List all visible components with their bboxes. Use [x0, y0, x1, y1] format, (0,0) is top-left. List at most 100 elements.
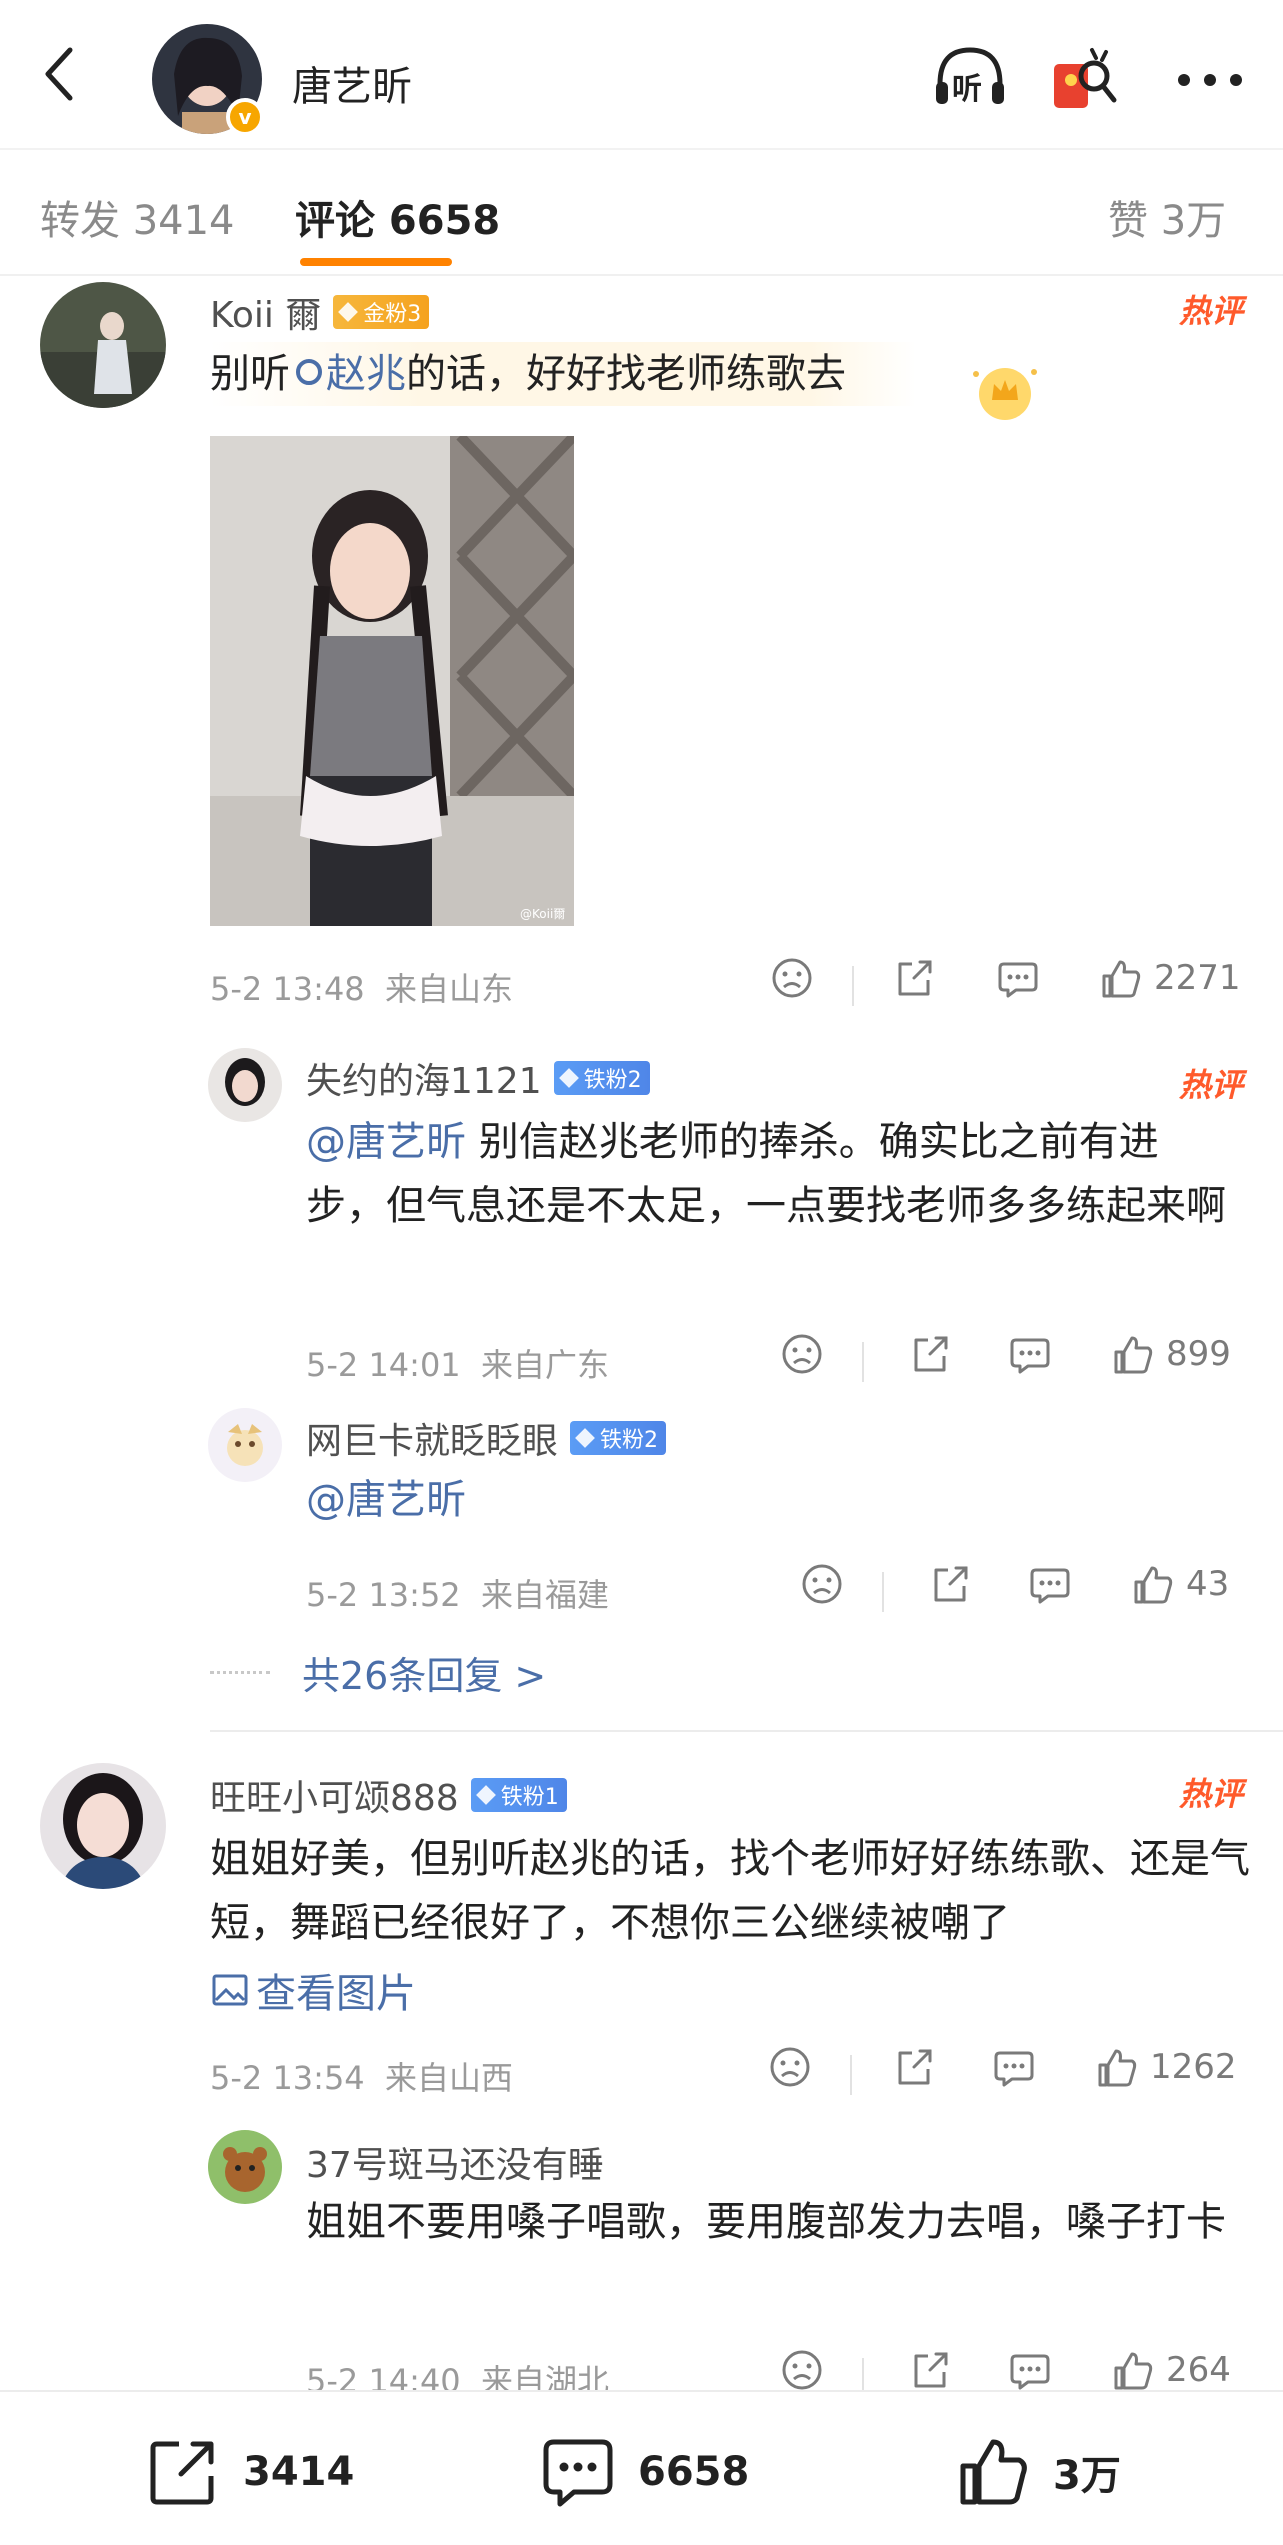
repost-button[interactable]: 3414: [145, 2434, 354, 2510]
like-button[interactable]: 43: [1130, 1562, 1229, 1606]
more-button[interactable]: [1170, 40, 1250, 120]
dislike-button[interactable]: [780, 1332, 824, 1376]
reply-button[interactable]: [992, 2045, 1036, 2089]
bottom-action-bar: 3414 6658 3万: [0, 2390, 1283, 2545]
red-packet-button[interactable]: [1044, 40, 1124, 120]
thumbs-up-icon: [1114, 1336, 1153, 1374]
mention-link[interactable]: @唐艺昕: [306, 1477, 466, 1523]
dislike-button[interactable]: [768, 2045, 812, 2089]
avatar[interactable]: [208, 2130, 282, 2204]
comment-text: 姐姐好美，但别听赵兆的话，找个老师好好练练歌、还是气短，舞蹈已经很好了，不想你三…: [210, 1836, 1250, 1946]
share-button[interactable]: [892, 2045, 936, 2089]
reply-button[interactable]: [1008, 2348, 1052, 2392]
like-count: 264: [1166, 2350, 1231, 2390]
comment-text: @唐艺昕 别信赵兆老师的捧杀。确实比之前有进步，但气息还是不太足，一点要找老师多…: [306, 1119, 1226, 1229]
sad-face-icon: [782, 2350, 822, 2390]
dislike-button[interactable]: [800, 1562, 844, 1606]
reply-button[interactable]: [1008, 1332, 1052, 1376]
fan-badge: 金粉3: [333, 295, 430, 329]
avatar[interactable]: [40, 282, 166, 408]
listen-button[interactable]: 听: [930, 40, 1010, 120]
share-icon: [150, 2441, 214, 2505]
more-replies-link[interactable]: 共26条回复 >: [210, 1645, 546, 1700]
like-button[interactable]: 2271: [1098, 956, 1241, 1000]
view-image-link[interactable]: 查看图片: [210, 1961, 416, 2019]
avatar[interactable]: [208, 1408, 282, 1482]
share-button[interactable]: [908, 1332, 952, 1376]
username[interactable]: Koii 爾: [210, 286, 321, 338]
username[interactable]: 37号斑马还没有睡: [306, 2136, 604, 2188]
divider: [852, 966, 854, 1006]
username[interactable]: 失约的海1121: [306, 1052, 542, 1104]
share-icon: [934, 1566, 968, 1602]
comment-image[interactable]: @Koii爾: [210, 436, 574, 926]
comment-icon: [998, 962, 1038, 998]
search-icon: [296, 359, 322, 385]
comment-text: 别听 赵兆的话，好好找老师练歌去: [210, 342, 916, 406]
tab-repost[interactable]: 转发 3414: [40, 188, 235, 246]
more-icon: [1178, 74, 1242, 86]
image-icon: [212, 1974, 248, 2006]
comment-count: 6658: [638, 2449, 750, 2495]
comment-actions: 1262: [760, 2045, 1240, 2101]
comment-icon: [994, 2051, 1034, 2087]
comment-button[interactable]: 6658: [540, 2434, 749, 2510]
topic-link[interactable]: 赵兆: [290, 351, 406, 397]
tab-likes[interactable]: 赞 3万: [1108, 188, 1226, 246]
red-packet-icon: [1054, 48, 1117, 108]
hot-comment-tag: 热评: [1178, 292, 1243, 330]
mention-link[interactable]: @唐艺昕: [306, 1119, 466, 1165]
thumbs-up-icon: [1114, 2352, 1153, 2390]
back-button[interactable]: [30, 44, 90, 104]
sad-face-icon: [772, 958, 812, 998]
thumbs-up-icon: [1098, 2049, 1137, 2087]
username[interactable]: 网巨卡就眨眨眼: [306, 1412, 558, 1464]
tab-comments[interactable]: 评论 6658: [295, 188, 500, 246]
comment-actions: 2271: [760, 956, 1241, 1012]
divider: [862, 1342, 864, 1382]
page-title: 唐艺昕: [292, 64, 412, 110]
comment-text: @唐艺昕: [306, 1468, 466, 1532]
share-button[interactable]: [892, 956, 936, 1000]
comment-icon: [1010, 2354, 1050, 2390]
crown-badge-icon: [968, 360, 1042, 424]
like-button[interactable]: 3万: [955, 2434, 1121, 2510]
like-count: 2271: [1154, 958, 1241, 998]
sad-face-icon: [782, 1334, 822, 1374]
thumbs-up-icon: [1102, 960, 1141, 998]
share-icon: [898, 2049, 932, 2085]
reply-button[interactable]: [1028, 1562, 1072, 1606]
comment-icon: [1010, 1338, 1050, 1374]
comment-text: 姐姐不要用嗓子唱歌，要用腹部发力去唱，嗓子打卡: [306, 2199, 1226, 2245]
dislike-button[interactable]: [770, 956, 814, 1000]
comment-meta: 5-2 13:54 来自山西: [210, 2059, 514, 2097]
avatar[interactable]: [40, 1763, 166, 1889]
sad-face-icon: [802, 1564, 842, 1604]
like-button[interactable]: 899: [1110, 1332, 1231, 1376]
like-count: 899: [1166, 1334, 1231, 1374]
fan-badge: 铁粉2: [570, 1421, 667, 1455]
divider: [882, 1572, 884, 1612]
username[interactable]: 旺旺小可颂888: [210, 1769, 459, 1821]
comment-meta: 5-2 13:52 来自福建: [306, 1576, 610, 1614]
divider: [210, 1730, 1283, 1732]
author-avatar[interactable]: v: [152, 24, 264, 136]
fan-badge: 铁粉2: [553, 1061, 650, 1095]
like-button[interactable]: 264: [1110, 2348, 1231, 2392]
fan-badge: 铁粉1: [470, 1778, 567, 1812]
dotted-line: [210, 1671, 270, 1674]
like-count: 43: [1186, 1564, 1230, 1604]
like-count: 3万: [1053, 2453, 1121, 2499]
listen-label: 听: [952, 72, 982, 107]
share-icon: [914, 2352, 948, 2388]
share-icon: [914, 1336, 948, 1372]
reply-button[interactable]: [996, 956, 1040, 1000]
avatar[interactable]: [208, 1048, 282, 1122]
active-tab-indicator: [300, 258, 452, 266]
share-button[interactable]: [908, 2348, 952, 2392]
comment-actions: 43: [800, 1562, 1240, 1618]
dislike-button[interactable]: [780, 2348, 824, 2392]
like-button[interactable]: 1262: [1094, 2045, 1237, 2089]
share-button[interactable]: [928, 1562, 972, 1606]
back-icon: [45, 47, 73, 101]
